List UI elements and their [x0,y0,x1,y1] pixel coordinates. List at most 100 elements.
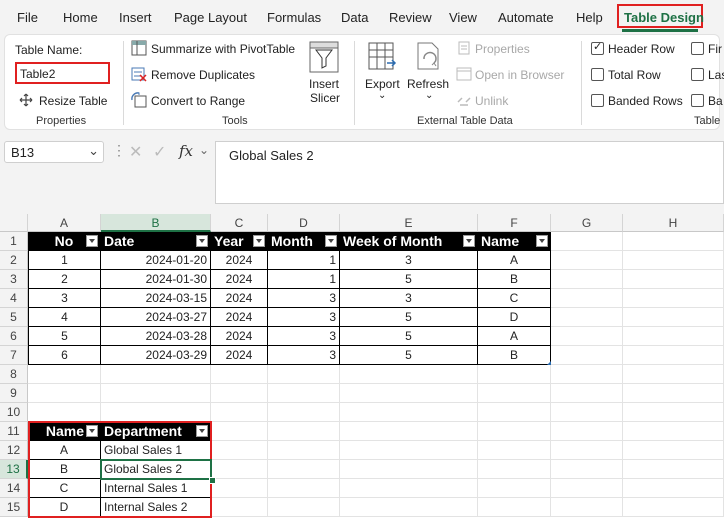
table1-cell[interactable]: 3 [268,327,340,346]
cell[interactable] [268,422,340,441]
column-header-c[interactable]: C [211,214,268,232]
menu-insert[interactable]: Insert [119,10,152,25]
cell[interactable] [551,270,623,289]
cell[interactable] [211,479,268,498]
table1-header-cell[interactable]: Name [478,232,551,251]
table1-cell[interactable]: 5 [340,327,478,346]
row-header-8[interactable]: 8 [0,365,28,384]
cell[interactable] [623,251,724,270]
table-resize-handle[interactable] [547,361,551,365]
cell[interactable] [551,346,623,365]
total-row-checkbox[interactable] [591,68,604,81]
cell[interactable] [211,384,268,403]
cell[interactable] [478,384,551,403]
row-header-2[interactable]: 2 [0,251,28,270]
cell[interactable] [478,422,551,441]
cell[interactable] [623,422,724,441]
row-header-13[interactable]: 13 [0,460,28,479]
table1-header-cell[interactable]: Date [101,232,211,251]
cell[interactable] [268,384,340,403]
table1-cell[interactable]: 3 [340,289,478,308]
summarize-pivot-button[interactable]: Summarize with PivotTable [151,42,295,56]
filter-dropdown-icon[interactable] [253,235,265,247]
cell[interactable] [101,365,211,384]
more-options-icon[interactable]: ⋮ [112,142,126,159]
table1-cell[interactable]: 2 [28,270,101,289]
table1-cell[interactable]: 3 [340,251,478,270]
column-header-g[interactable]: G [551,214,623,232]
refresh-button[interactable]: Refresh [407,77,449,91]
menu-data[interactable]: Data [341,10,368,25]
refresh-chevron-icon[interactable]: ⌄ [425,90,433,101]
table1-cell[interactable]: 5 [340,308,478,327]
cell[interactable] [623,327,724,346]
cell[interactable] [340,479,478,498]
cell[interactable] [101,384,211,403]
menu-table-design[interactable]: Table Design [617,4,704,28]
cell[interactable] [551,308,623,327]
filter-dropdown-icon[interactable] [196,235,208,247]
menu-home[interactable]: Home [63,10,98,25]
row-header-10[interactable]: 10 [0,403,28,422]
cell[interactable] [551,441,623,460]
cell[interactable] [623,270,724,289]
table1-cell[interactable]: 2024 [211,327,268,346]
column-header-b[interactable]: B [101,214,211,232]
cell[interactable] [28,365,101,384]
cell[interactable] [28,384,101,403]
table1-cell[interactable]: 1 [28,251,101,270]
first-column-checkbox[interactable] [691,42,704,55]
row-header-15[interactable]: 15 [0,498,28,517]
table-name-input[interactable]: Table2 [15,62,110,84]
table1-cell[interactable]: 2024 [211,289,268,308]
cell[interactable] [101,403,211,422]
resize-table-button[interactable]: Resize Table [39,94,107,108]
row-header-11[interactable]: 11 [0,422,28,441]
table1-cell[interactable]: D [478,308,551,327]
cell[interactable] [478,441,551,460]
cell[interactable] [623,346,724,365]
cell[interactable] [211,365,268,384]
active-cell-b13[interactable] [100,459,212,480]
menu-file[interactable]: File [17,10,38,25]
cell[interactable] [340,460,478,479]
table1-cell[interactable]: 5 [340,346,478,365]
fill-handle[interactable] [209,477,216,484]
insert-slicer-label-1[interactable]: Insert [309,77,339,91]
column-header-f[interactable]: F [478,214,551,232]
table1-cell[interactable]: 3 [28,289,101,308]
table1-header-cell[interactable]: Month [268,232,340,251]
menu-formulas[interactable]: Formulas [267,10,321,25]
cell[interactable] [623,460,724,479]
filter-dropdown-icon[interactable] [86,235,98,247]
table1-cell[interactable]: 5 [28,327,101,346]
last-column-checkbox[interactable] [691,68,704,81]
table1-cell[interactable]: 3 [268,289,340,308]
cell[interactable] [478,498,551,517]
row-header-7[interactable]: 7 [0,346,28,365]
name-box[interactable]: B13 ⌄ [4,141,104,163]
cell[interactable] [623,479,724,498]
table1-cell[interactable]: B [478,346,551,365]
cell[interactable] [478,403,551,422]
filter-dropdown-icon[interactable] [463,235,475,247]
cell[interactable] [551,327,623,346]
table1-cell[interactable]: 1 [268,270,340,289]
cell[interactable] [551,289,623,308]
cell[interactable] [340,498,478,517]
convert-to-range-button[interactable]: Convert to Range [151,94,245,108]
properties-button[interactable]: Properties [475,42,530,56]
table1-header-cell[interactable]: Year [211,232,268,251]
cell[interactable] [340,365,478,384]
cell[interactable] [268,479,340,498]
fx-chevron-icon[interactable]: ⌄ [199,143,209,157]
table1-cell[interactable]: 2024-03-15 [101,289,211,308]
cell[interactable] [551,479,623,498]
cell[interactable] [340,403,478,422]
insert-slicer-label-2[interactable]: Slicer [310,91,340,105]
row-header-3[interactable]: 3 [0,270,28,289]
cell[interactable] [268,460,340,479]
cell[interactable] [340,384,478,403]
cell[interactable] [28,403,101,422]
unlink-button[interactable]: Unlink [475,94,508,108]
